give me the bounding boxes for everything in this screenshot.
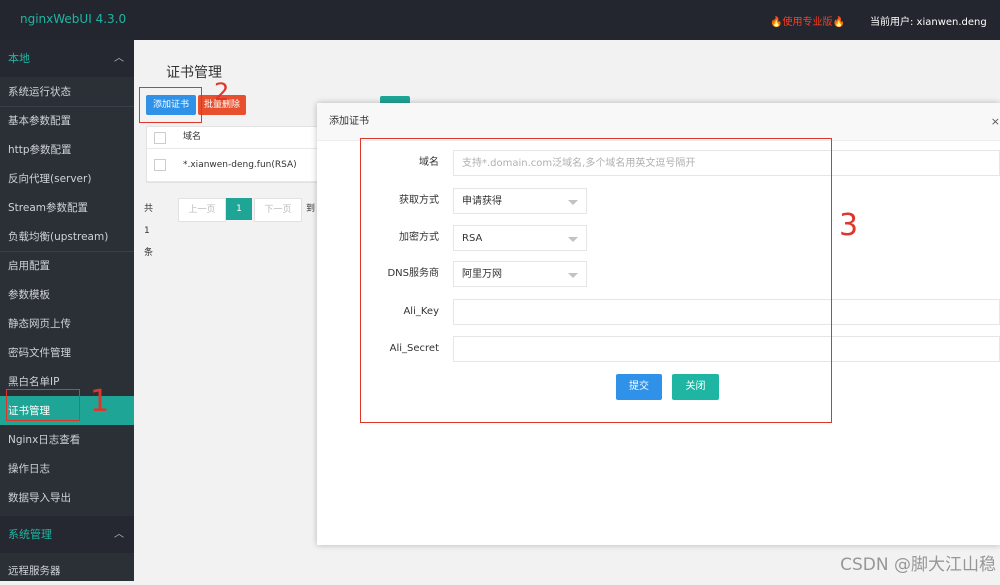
pagination-total: 共 1 条 bbox=[144, 204, 154, 258]
dialog-title: 添加证书 bbox=[329, 116, 369, 127]
row-checkbox[interactable] bbox=[154, 159, 166, 171]
sidebar-group-local[interactable]: 本地 ︿ bbox=[0, 40, 134, 77]
row-domain: *.xianwen-deng.fun(RSA) bbox=[183, 160, 297, 170]
chevron-up-icon: ︿ bbox=[114, 53, 124, 64]
sidebar-group-system[interactable]: 系统管理 ︿ bbox=[0, 516, 134, 553]
dialog-header: 添加证书 × bbox=[317, 103, 1000, 141]
sidebar-item-nginx-logs[interactable]: Nginx日志查看 bbox=[0, 425, 134, 454]
sidebar-item-upstream[interactable]: 负载均衡(upstream) bbox=[0, 222, 134, 251]
certificate-table: 域名 *.xianwen-deng.fun(RSA) bbox=[146, 126, 318, 183]
sidebar-group-label: 系统管理 bbox=[8, 528, 52, 541]
annotation-number-3: 3 bbox=[839, 208, 859, 243]
annotation-box-2 bbox=[139, 87, 202, 123]
add-certificate-dialog: 添加证书 × 域名 支持*.domain.com泛域名,多个域名用英文逗号隔开 … bbox=[317, 103, 1000, 545]
sidebar-item-static-upload[interactable]: 静态网页上传 bbox=[0, 309, 134, 338]
sidebar-item-operation-logs[interactable]: 操作日志 bbox=[0, 454, 134, 483]
sidebar-item-enable-config[interactable]: 启用配置 bbox=[0, 251, 134, 280]
table-row[interactable]: *.xianwen-deng.fun(RSA) bbox=[147, 149, 317, 182]
sidebar: 本地 ︿ 系统运行状态 基本参数配置 http参数配置 反向代理(server)… bbox=[0, 40, 134, 581]
sidebar-item-param-template[interactable]: 参数模板 bbox=[0, 280, 134, 309]
chevron-up-icon: ︿ bbox=[114, 529, 124, 540]
top-header: nginxWebUI 4.3.0 🔥使用专业版🔥 当前用户: xianwen.d… bbox=[0, 0, 1000, 40]
watermark: CSDN @脚大江山稳 bbox=[840, 555, 996, 575]
pagination-page-1[interactable]: 1 bbox=[226, 198, 252, 220]
pagination-prev-button[interactable]: 上一页 bbox=[178, 198, 226, 222]
annotation-box-3 bbox=[360, 138, 832, 423]
sidebar-item-password-files[interactable]: 密码文件管理 bbox=[0, 338, 134, 367]
app-title[interactable]: nginxWebUI 4.3.0 bbox=[20, 12, 126, 26]
pagination-next-button[interactable]: 下一页 bbox=[254, 198, 302, 222]
select-all-checkbox[interactable] bbox=[154, 132, 166, 144]
annotation-box-1 bbox=[6, 389, 80, 421]
close-icon[interactable]: × bbox=[991, 103, 1000, 140]
table-header: 域名 bbox=[147, 127, 317, 149]
sidebar-item-system-status[interactable]: 系统运行状态 bbox=[0, 77, 134, 106]
sidebar-group-label: 本地 bbox=[8, 52, 30, 65]
column-header-domain: 域名 bbox=[183, 132, 202, 142]
pro-version-link[interactable]: 🔥使用专业版🔥 bbox=[770, 13, 845, 28]
sidebar-item-stream-params[interactable]: Stream参数配置 bbox=[0, 193, 134, 222]
sidebar-item-http-params[interactable]: http参数配置 bbox=[0, 135, 134, 164]
pagination-goto-label: 到 bbox=[306, 204, 316, 214]
annotation-number-2: 2 bbox=[214, 78, 230, 106]
annotation-number-1: 1 bbox=[90, 384, 110, 419]
sidebar-item-reverse-proxy[interactable]: 反向代理(server) bbox=[0, 164, 134, 193]
sidebar-item-data-import-export[interactable]: 数据导入导出 bbox=[0, 483, 134, 512]
sidebar-item-basic-params[interactable]: 基本参数配置 bbox=[0, 106, 134, 135]
current-user[interactable]: 当前用户: xianwen.deng bbox=[870, 13, 987, 28]
